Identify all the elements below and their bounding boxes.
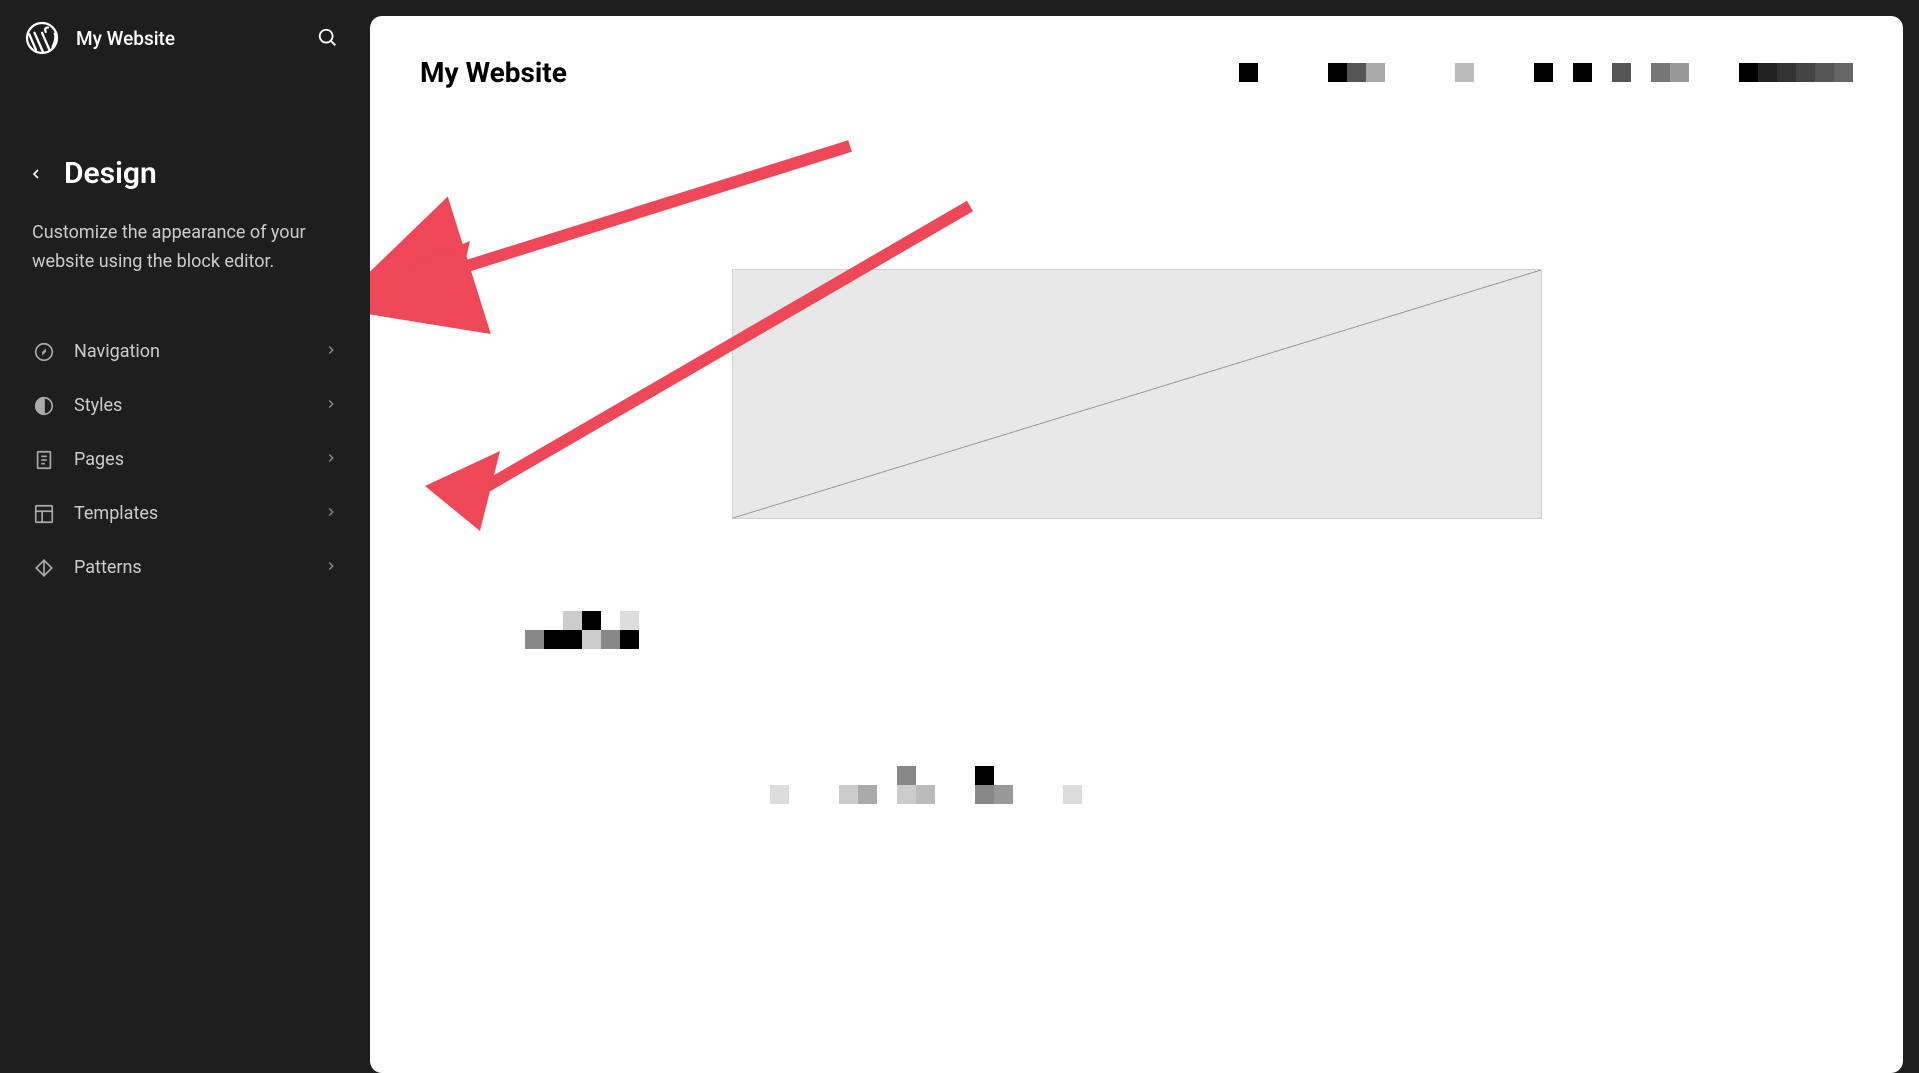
nav-item-styles[interactable]: Styles [32, 379, 338, 433]
sidebar-header: My Website [0, 0, 370, 76]
design-nav-list: Navigation Styles [32, 325, 338, 595]
site-title[interactable]: My Website [76, 27, 294, 50]
layout-icon [32, 502, 56, 526]
half-circle-icon [32, 394, 56, 418]
chevron-right-icon [324, 504, 338, 523]
nav-item-navigation[interactable]: Navigation [32, 325, 338, 379]
nav-item-templates[interactable]: Templates [32, 487, 338, 541]
back-button[interactable] [24, 162, 48, 186]
nav-label: Patterns [74, 557, 306, 578]
image-placeholder [732, 269, 1542, 519]
nav-item-patterns[interactable]: Patterns [32, 541, 338, 595]
design-section: Design Customize the appearance of your … [0, 156, 370, 595]
preview-site-title: My Website [420, 56, 567, 89]
preview-header: My Website [420, 56, 1853, 89]
nav-item-pages[interactable]: Pages [32, 433, 338, 487]
editor-sidebar: My Website Design Customize the appearan… [0, 0, 370, 1073]
chevron-right-icon [324, 342, 338, 361]
panel-title: Design [64, 156, 157, 191]
diamond-icon [32, 556, 56, 580]
nav-label: Styles [74, 395, 306, 416]
content-placeholder-blocks-2 [770, 766, 1082, 804]
search-button[interactable] [310, 20, 346, 56]
preview-nav-placeholder [1239, 63, 1853, 82]
nav-label: Pages [74, 449, 306, 470]
panel-description: Customize the appearance of your website… [32, 219, 338, 277]
preview-container: My Website [370, 0, 1919, 1073]
nav-label: Navigation [74, 341, 306, 362]
chevron-right-icon [324, 558, 338, 577]
compass-icon [32, 340, 56, 364]
content-placeholder-blocks [525, 611, 639, 649]
nav-label: Templates [74, 503, 306, 524]
chevron-right-icon [324, 396, 338, 415]
site-preview[interactable]: My Website [370, 16, 1903, 1073]
wordpress-logo[interactable] [24, 20, 60, 56]
design-header: Design [32, 156, 338, 191]
document-icon [32, 448, 56, 472]
chevron-right-icon [324, 450, 338, 469]
